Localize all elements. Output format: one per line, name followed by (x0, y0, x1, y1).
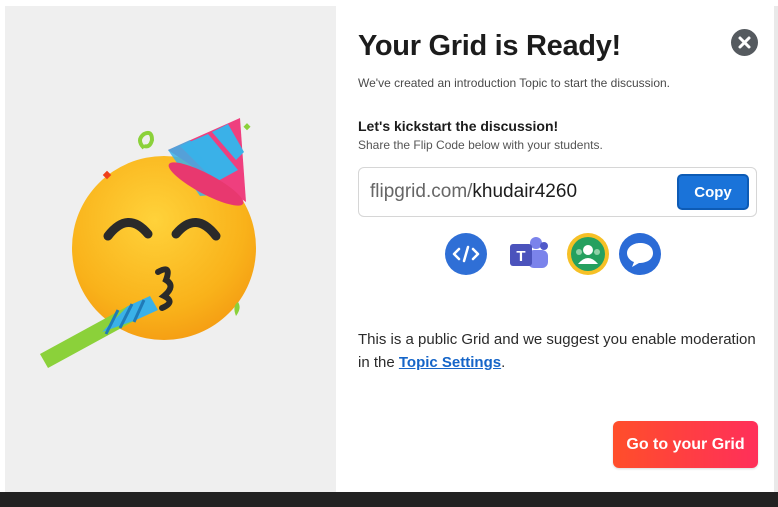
flip-code-text[interactable]: flipgrid.com/khudair4260 (370, 181, 577, 203)
kickstart-subtext: Share the Flip Code below with your stud… (358, 138, 603, 152)
copy-button[interactable]: Copy (677, 174, 749, 210)
confetti-swirl (138, 130, 155, 150)
party-face-emoji (40, 118, 256, 368)
google-classroom-icon (567, 233, 609, 275)
notice-period: . (501, 354, 506, 371)
flip-code-value: khudair4260 (472, 181, 578, 202)
modal-title: Your Grid is Ready! (358, 30, 621, 62)
embed-code-button[interactable] (444, 232, 488, 276)
flip-code-prefix: flipgrid.com/ (370, 181, 473, 202)
remind-button[interactable] (618, 232, 662, 276)
moderation-notice: This is a public Grid and we suggest you… (358, 328, 758, 374)
kickstart-heading: Let's kickstart the discussion! (358, 118, 559, 134)
right-edge (774, 6, 778, 492)
microsoft-teams-icon: T (510, 237, 548, 268)
microsoft-teams-button[interactable]: T (506, 232, 550, 276)
flip-code-field[interactable]: flipgrid.com/khudair4260 Copy (358, 167, 757, 217)
remind-icon (619, 233, 661, 275)
modal-subtitle: We've created an introduction Topic to s… (358, 76, 671, 90)
close-button[interactable] (731, 29, 758, 56)
bottom-bar (0, 492, 778, 507)
close-icon (738, 36, 751, 49)
topic-settings-link[interactable]: Topic Settings (399, 354, 501, 371)
embed-code-icon (445, 233, 487, 275)
go-to-grid-button[interactable]: Go to your Grid (613, 421, 758, 468)
share-icons-row: T (444, 232, 664, 278)
svg-text:T: T (516, 248, 525, 265)
confetti-green (243, 123, 251, 131)
google-classroom-button[interactable] (566, 232, 610, 276)
